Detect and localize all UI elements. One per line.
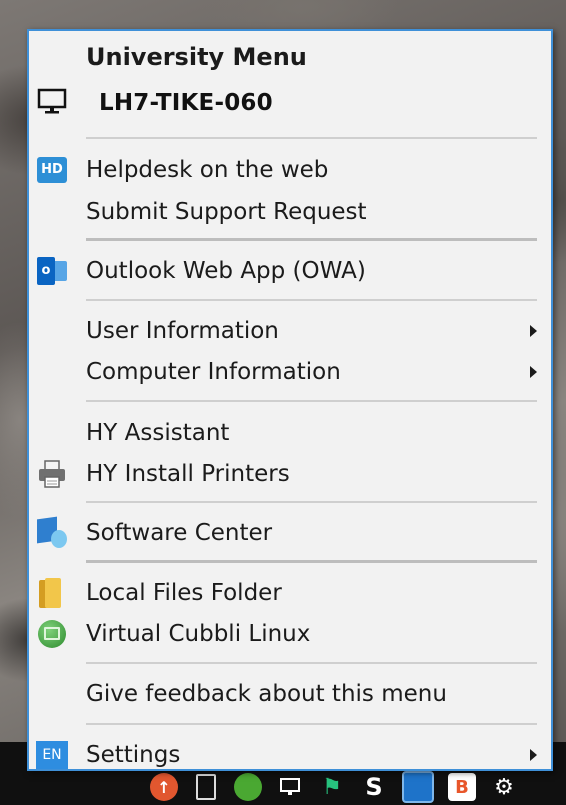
printer-icon [35,457,69,491]
virtual-linux-icon [35,617,69,651]
separator [86,299,537,301]
menu-item-label: Helpdesk on the web [86,156,329,183]
software-center-icon [35,516,69,550]
menu-item-assistant[interactable]: HY Assistant [29,412,551,453]
menu-item-user-info[interactable]: User Information [29,310,551,351]
menu-item-label: User Information [86,317,279,344]
update-arrow-icon[interactable]: ↑ [150,773,178,801]
menu-item-settings[interactable]: EN Settings [29,734,551,775]
menu-item-label: Software Center [86,519,273,546]
menu-item-label: Computer Information [86,358,341,385]
separator [86,137,537,139]
network-icon[interactable] [276,773,304,801]
clipboard-icon[interactable] [192,773,220,801]
feather-icon[interactable]: ⚑ [318,773,346,801]
menu-item-label: Give feedback about this menu [86,680,447,707]
menu-item-support[interactable]: Submit Support Request [29,191,551,232]
outlook-icon: o [35,254,69,288]
menu-title: University Menu [86,43,307,71]
b-app-icon[interactable]: B [448,773,476,801]
menu-item-label: Settings [86,741,181,768]
university-menu: University Menu LH7-TIKE-060 HD Helpdesk… [27,29,553,771]
menu-item-owa[interactable]: o Outlook Web App (OWA) [29,250,551,291]
menu-item-label: Local Files Folder [86,579,282,606]
separator [86,238,537,241]
gear-icon[interactable]: ⚙ [490,773,518,801]
folder-icon [35,576,69,610]
menu-item-feedback[interactable]: Give feedback about this menu [29,673,551,714]
separator [86,662,537,664]
separator [86,560,537,563]
separator [86,723,537,725]
monitor-icon [35,85,69,119]
sync-icon[interactable] [234,773,262,801]
separator [86,400,537,402]
menu-item-label: Outlook Web App (OWA) [86,257,366,284]
menu-item-cubbli[interactable]: Virtual Cubbli Linux [29,613,551,654]
menu-item-label: HY Install Printers [86,460,290,487]
menu-item-software-center[interactable]: Software Center [29,512,551,553]
menu-item-helpdesk[interactable]: HD Helpdesk on the web [29,149,551,190]
menu-item-local-files[interactable]: Local Files Folder [29,572,551,613]
menu-item-label: Submit Support Request [86,198,367,225]
menu-item-label: HY Assistant [86,419,230,446]
submenu-arrow-icon [530,748,537,761]
computer-name-row: LH7-TIKE-060 [29,81,551,122]
submenu-arrow-icon [530,365,537,378]
menu-item-label: Virtual Cubbli Linux [86,620,311,647]
system-tray: ↑ ⚑ S B ⚙ [150,771,518,803]
s-app-icon[interactable]: S [360,773,388,801]
separator [86,501,537,503]
submenu-arrow-icon [530,324,537,337]
monitor-app-icon[interactable] [402,771,434,803]
menu-item-printers[interactable]: HY Install Printers [29,453,551,494]
computer-name: LH7-TIKE-060 [99,90,273,116]
menu-item-computer-info[interactable]: Computer Information [29,351,551,392]
language-en-icon: EN [35,738,69,772]
helpdesk-hd-icon: HD [35,153,69,187]
